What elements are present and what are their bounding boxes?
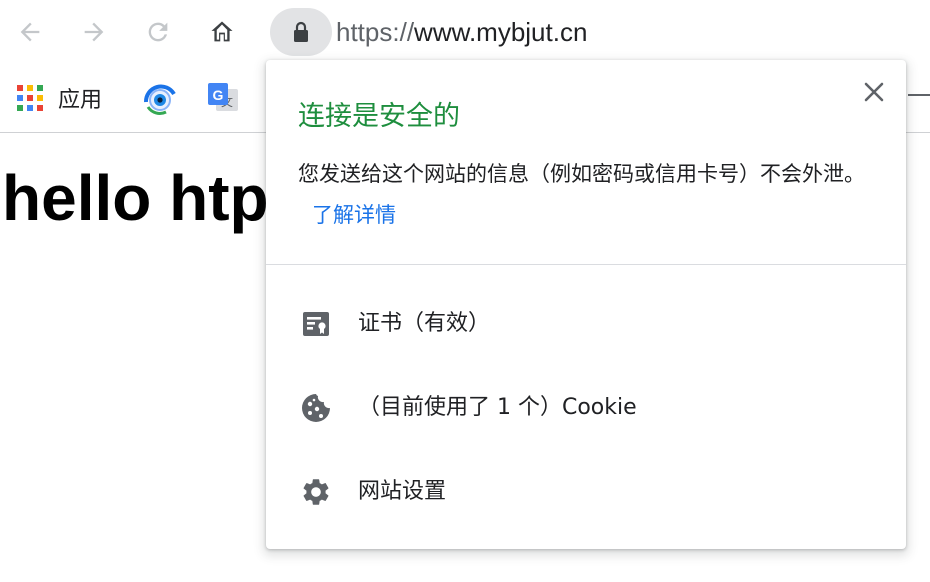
url-text[interactable]: https://www.mybjut.cn [336,14,587,50]
url-scheme: https:// [336,17,415,47]
certificate-label: 证书（有效） [358,311,491,336]
security-description-text: 您发送给这个网站的信息（例如密码或信用卡号）不会外泄。 [298,162,865,186]
close-icon [864,82,884,102]
omnibox[interactable]: https://www.mybjut.cn [270,6,930,60]
google-translate-icon: 文 G [208,83,238,111]
bookmark-apps-label: 应用 [58,88,103,113]
forward-button[interactable] [76,14,112,50]
cookies-row[interactable]: （目前使用了 1 个）Cookie [266,366,906,450]
gear-icon [300,476,332,508]
certificate-icon [300,308,332,340]
site-settings-label: 网站设置 [358,479,447,504]
reload-button[interactable] [140,14,176,50]
home-button[interactable] [204,14,240,50]
security-description: 您发送给这个网站的信息（例如密码或信用卡号）不会外泄。了解详情 [298,154,868,236]
close-button[interactable] [860,78,888,106]
bookmarks-overflow-mark [908,94,930,96]
lock-icon [294,21,308,42]
site-info-button[interactable] [270,8,332,56]
learn-more-link[interactable]: 了解详情 [312,203,396,227]
certificate-row[interactable]: 证书（有效） [266,282,906,366]
cookie-icon [300,392,332,424]
arrow-right-icon [84,22,104,42]
back-button[interactable] [12,14,48,50]
page-heading: hello htp [2,162,269,234]
popup-divider [266,264,906,265]
bookmark-apps[interactable]: 应用 [16,78,102,118]
home-icon [211,21,233,42]
site-security-popup: 连接是安全的 您发送给这个网站的信息（例如密码或信用卡号）不会外泄。了解详情 证… [266,60,906,549]
apps-grid-icon [17,85,43,111]
bookmark-google-translate[interactable]: 文 G [206,78,240,118]
reload-icon [148,22,168,42]
browser-toolbar: https://www.mybjut.cn [0,0,930,66]
url-host: www.mybjut.cn [414,17,588,47]
arrow-left-icon [20,22,40,42]
site-settings-row[interactable]: 网站设置 [266,450,906,534]
eye-logo-icon [143,84,176,115]
svg-text:G: G [213,87,224,103]
connection-secure-title: 连接是安全的 [298,101,460,132]
bookmark-extension-eye[interactable] [142,78,178,118]
cookies-label: （目前使用了 1 个）Cookie [358,395,637,420]
